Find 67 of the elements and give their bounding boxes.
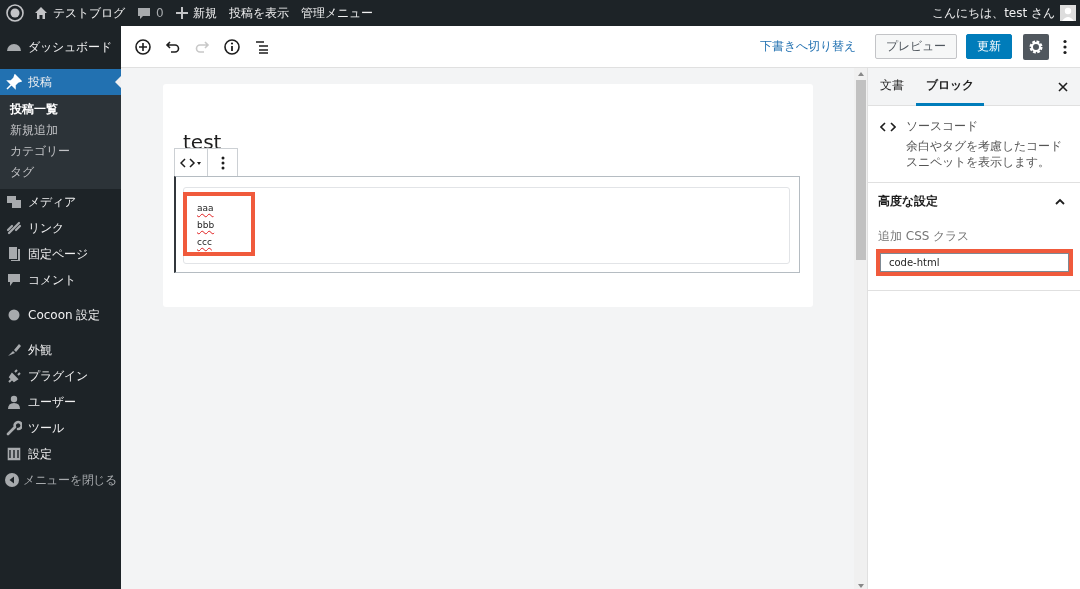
block-description: 余白やタグを考慮したコードスニペットを表示します。 bbox=[906, 138, 1063, 170]
more-options-icon[interactable] bbox=[1062, 38, 1068, 55]
link-icon bbox=[6, 220, 22, 236]
scroll-up-icon[interactable] bbox=[856, 71, 865, 77]
code-area[interactable]: aaa bbb ccc bbox=[183, 187, 790, 264]
menu-item[interactable]: 設定 bbox=[0, 441, 121, 467]
submenu-item[interactable]: 新規追加 bbox=[0, 120, 121, 141]
preview-button[interactable]: プレビュー bbox=[875, 34, 957, 59]
submenu-item[interactable]: タグ bbox=[0, 162, 121, 183]
submenu-item[interactable]: カテゴリー bbox=[0, 141, 121, 162]
switch-to-draft-link[interactable]: 下書きへ切り替え bbox=[760, 38, 856, 55]
bubble-icon bbox=[6, 272, 22, 288]
close-icon[interactable] bbox=[1058, 81, 1068, 92]
gear-icon bbox=[1028, 38, 1044, 55]
menu-item[interactable]: コメント bbox=[0, 267, 121, 293]
code-line: ccc bbox=[197, 236, 213, 249]
menu-item[interactable]: ツール bbox=[0, 415, 121, 441]
menu-item[interactable]: メディア bbox=[0, 189, 121, 215]
circle-icon bbox=[6, 307, 22, 323]
menu-item[interactable]: 外観 bbox=[0, 337, 121, 363]
menu-item[interactable]: プラグイン bbox=[0, 363, 121, 389]
panel-tab[interactable]: 文書 bbox=[878, 68, 916, 106]
pin-icon bbox=[6, 74, 22, 90]
greeting-link[interactable]: こんにちは、test さん bbox=[932, 4, 1055, 22]
left-arrow-circle-icon bbox=[4, 472, 20, 488]
menu-item[interactable]: ダッシュボード bbox=[0, 34, 121, 60]
menu-item[interactable]: 投稿 bbox=[0, 69, 121, 95]
menu-item[interactable]: リンク bbox=[0, 215, 121, 241]
more-options-icon bbox=[220, 155, 225, 170]
css-class-label: 追加 CSS クラス bbox=[878, 228, 971, 245]
pages-icon bbox=[6, 246, 22, 262]
menu-item[interactable]: Cocoon 設定 bbox=[0, 302, 121, 328]
scroll-down-icon[interactable] bbox=[856, 583, 865, 589]
person-icon bbox=[6, 394, 22, 410]
comment-count[interactable]: 0 bbox=[156, 6, 164, 20]
scrollbar[interactable] bbox=[854, 68, 867, 589]
logo-icon[interactable] bbox=[6, 4, 24, 22]
settings-button[interactable] bbox=[1023, 33, 1049, 60]
new-link[interactable]: 新規 bbox=[192, 4, 217, 22]
menu-item[interactable]: ユーザー bbox=[0, 389, 121, 415]
panel-tab[interactable]: ブロック bbox=[916, 68, 984, 106]
speech-bubble-icon[interactable] bbox=[137, 6, 151, 20]
photos-icon bbox=[6, 194, 22, 210]
add-block-icon[interactable] bbox=[134, 37, 152, 56]
code-icon bbox=[180, 156, 202, 169]
advanced-section-toggle[interactable]: 高度な設定 bbox=[878, 193, 1070, 210]
code-icon bbox=[880, 122, 896, 132]
code-line: bbb bbox=[197, 219, 216, 232]
undo-icon[interactable] bbox=[165, 38, 181, 55]
block-name: ソースコード bbox=[906, 118, 979, 135]
collapse-menu-button[interactable]: メニューを閉じる bbox=[0, 467, 121, 493]
plus-icon[interactable] bbox=[175, 7, 188, 19]
list-view-icon[interactable] bbox=[254, 39, 270, 54]
sliders-icon bbox=[6, 446, 22, 462]
site-name-link[interactable]: テストブログ bbox=[53, 4, 125, 22]
block-type-button[interactable] bbox=[174, 148, 208, 176]
update-button[interactable]: 更新 bbox=[966, 34, 1012, 59]
admin-menu-link[interactable]: 管理メニュー bbox=[300, 4, 373, 22]
menu-item[interactable]: 固定ページ bbox=[0, 241, 121, 267]
home-icon[interactable] bbox=[34, 6, 48, 20]
view-post-link[interactable]: 投稿を表示 bbox=[228, 4, 289, 22]
code-line: aaa bbox=[197, 202, 215, 215]
info-icon[interactable] bbox=[223, 37, 241, 56]
plug-icon bbox=[6, 368, 22, 384]
css-class-field[interactable]: code-html bbox=[880, 253, 1069, 272]
wrench-icon bbox=[6, 420, 22, 436]
submenu-item[interactable]: 投稿一覧 bbox=[0, 99, 121, 120]
